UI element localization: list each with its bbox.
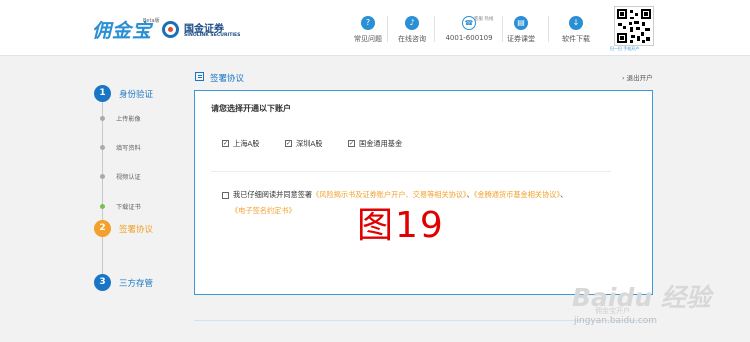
step-number: 1 xyxy=(94,85,111,102)
exit-account-opening-link[interactable]: › 退出开户 xyxy=(622,72,653,82)
substep-dot xyxy=(100,116,105,121)
step-number: 3 xyxy=(94,274,111,291)
substep-dot xyxy=(100,174,105,179)
form-heading: 请您选择开通以下账户 xyxy=(211,104,291,113)
chat-bubble-icon: ? xyxy=(361,16,375,30)
hotline-caption: 客服 热线 xyxy=(474,17,494,22)
hotline-number: 4001-600109 xyxy=(445,34,493,42)
form-divider xyxy=(211,171,611,172)
classroom-icon: ▤ xyxy=(514,16,528,30)
step-number: 2 xyxy=(94,220,111,237)
nav-software-download[interactable]: ↓ 软件下载 xyxy=(549,16,603,44)
substep-label: 填写资料 xyxy=(116,145,141,152)
agreement-panel: 请您选择开通以下账户 ✓ 上海A股 ✓ 深圳A股 ✓ 国金通用基金 我已仔细阅读… xyxy=(194,90,653,295)
baidu-jingyan-watermark: Baidu 经验 佣金宝开户 jingyan.baidu.com xyxy=(572,278,714,328)
progress-steps: 1 身份验证 上传影像 填写资料 视频认证 下载证书 2 签署协议 3 三方存管 xyxy=(94,80,179,300)
agree-checkbox[interactable] xyxy=(222,192,229,199)
download-icon: ↓ xyxy=(569,16,583,30)
account-label: 深圳A股 xyxy=(296,139,323,148)
nav-securities-class[interactable]: ▤ 证券课堂 xyxy=(494,16,548,44)
baidu-sub: 佣金宝开户 xyxy=(595,307,630,315)
beta-badge: Beta版 xyxy=(143,18,160,24)
checkbox-checked-icon[interactable]: ✓ xyxy=(348,140,355,147)
nav-online-consult-label: 在线咨询 xyxy=(398,35,426,43)
separator: 、 xyxy=(466,190,474,199)
substep-label: 下载证书 xyxy=(116,204,141,211)
substep-dot xyxy=(100,204,105,209)
agreement-text-line2: 《电子签名约定书》 xyxy=(231,206,296,216)
step-label: 三方存管 xyxy=(119,279,154,289)
substep-label: 视频认证 xyxy=(116,174,141,181)
baidu-url: jingyan.baidu.com xyxy=(574,316,658,326)
nav-divider xyxy=(434,16,435,42)
document-icon xyxy=(195,72,204,81)
agree-prefix: 我已仔细阅读并同意签署 xyxy=(233,190,313,199)
nav-securities-class-label: 证券课堂 xyxy=(507,35,535,43)
nav-online-consult[interactable]: ♪ 在线咨询 xyxy=(385,16,439,44)
e-signature-agreement-link[interactable]: 《电子签名约定书》 xyxy=(231,206,296,215)
checkbox-checked-icon[interactable]: ✓ xyxy=(222,140,229,147)
checkbox-checked-icon[interactable]: ✓ xyxy=(285,140,292,147)
separator: 、 xyxy=(560,190,568,199)
top-header: 佣金宝 Beta版 国金证券 SINOLINK SECURITIES ? 常见问… xyxy=(0,0,750,56)
brand-name-en: SINOLINK SECURITIES xyxy=(184,33,241,38)
substep-dot xyxy=(100,145,105,150)
step-label: 身份验证 xyxy=(119,90,154,100)
qr-code xyxy=(614,6,654,46)
sinolink-logo-icon xyxy=(162,21,179,38)
money-fund-agreement-link[interactable]: 《金腾通货币基金相关协议》 xyxy=(474,190,560,199)
section-title: 签署协议 xyxy=(210,74,245,84)
account-label: 上海A股 xyxy=(233,139,260,148)
qr-caption: 扫一扫 手机开户 xyxy=(610,46,640,51)
figure-watermark: 图19 xyxy=(357,205,445,246)
substep-label: 上传影像 xyxy=(116,116,141,123)
baidu-main: Baidu 经验 xyxy=(572,283,711,312)
account-label: 国金通用基金 xyxy=(359,139,403,148)
nav-software-download-label: 软件下载 xyxy=(562,35,590,43)
step-label: 签署协议 xyxy=(119,225,154,235)
bell-icon: ♪ xyxy=(405,16,419,30)
nav-hotline[interactable]: ☎ 客服 热线 4001-600109 xyxy=(442,16,496,42)
